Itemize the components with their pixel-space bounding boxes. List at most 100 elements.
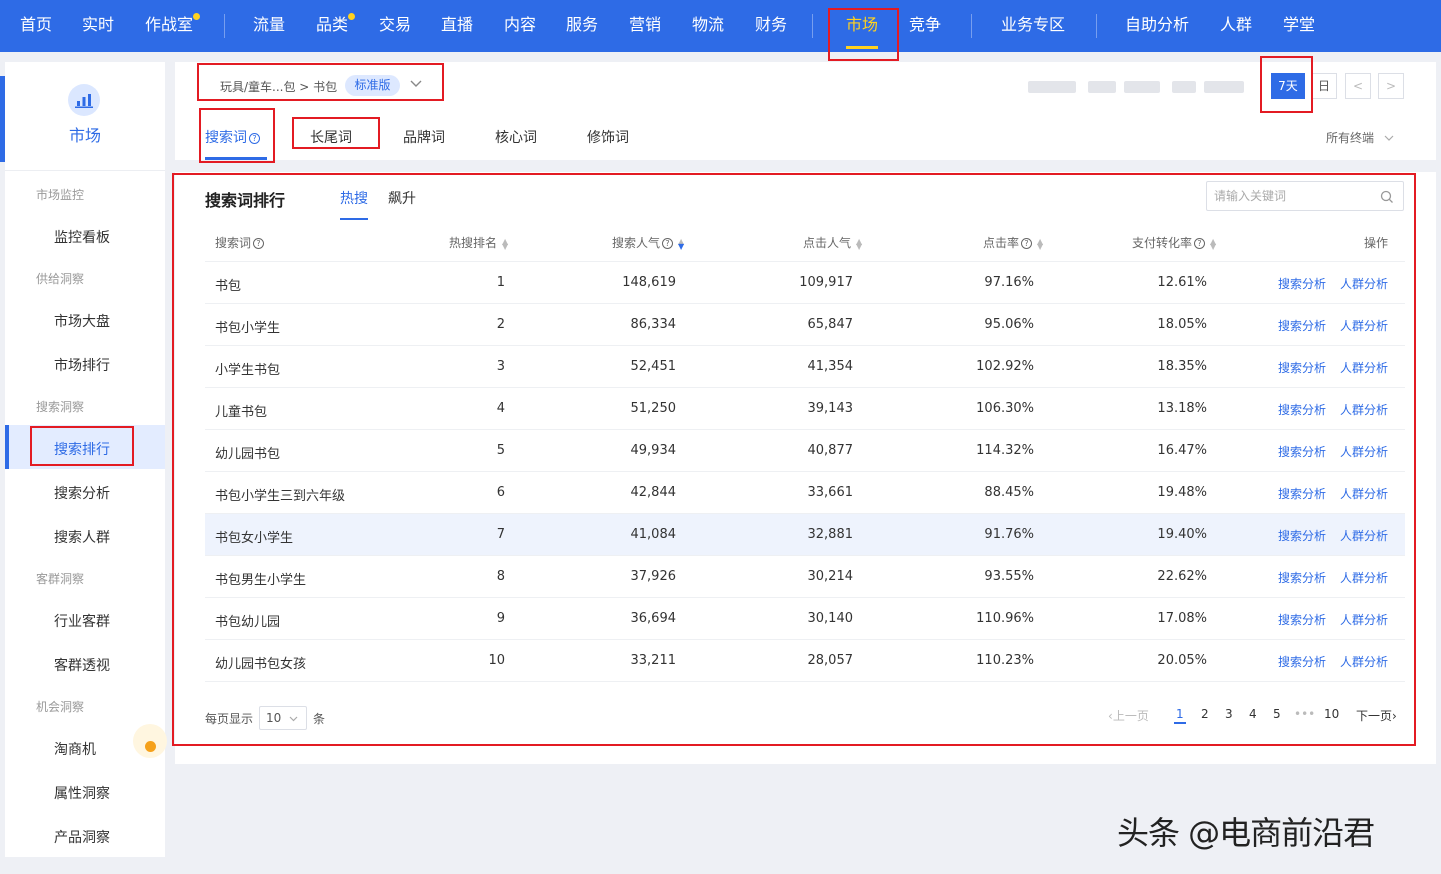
table-row[interactable]: 书包 1 148,619 109,917 97.16% 12.61% 搜索分析 人群分析 (205, 262, 1405, 304)
nav-divider (1096, 14, 1097, 38)
pager-page-last[interactable]: 10 (1324, 707, 1339, 721)
sidebar-group-search: 搜索洞察 (36, 400, 85, 414)
table-row[interactable]: 儿童书包 4 51,250 39,143 106.30% 13.18% 搜索分析 人群分析 (205, 388, 1405, 430)
chevron-down-icon[interactable] (410, 78, 422, 91)
next-period-button[interactable]: > (1378, 73, 1404, 99)
tab-brand-words[interactable]: 品牌词 (403, 127, 445, 147)
crowd-analysis-link[interactable]: 人群分析 (1340, 653, 1388, 670)
tab-core-words[interactable]: 核心词 (495, 127, 537, 147)
sidebar-item-search-crowd[interactable]: 搜索人群 (54, 527, 110, 547)
col-header-cvr[interactable]: 支付转化率? ▲ ▼ (1132, 234, 1216, 251)
table-row[interactable]: 书包幼儿园 9 36,694 30,140 110.96% 17.08% 搜索分析 人群分析 (205, 598, 1405, 640)
pager-page-2[interactable]: 2 (1201, 707, 1209, 721)
nav-item-trade[interactable]: 交易 (379, 0, 411, 52)
search-analysis-link[interactable]: 搜索分析 (1278, 275, 1326, 292)
nav-item-crowd[interactable]: 人群 (1220, 0, 1252, 52)
pager-prev-button[interactable]: ‹上一页 (1108, 707, 1149, 724)
table-row[interactable]: 书包小学生 2 86,334 65,847 95.06% 18.05% 搜索分析 人群分析 (205, 304, 1405, 346)
crowd-analysis-link[interactable]: 人群分析 (1340, 611, 1388, 628)
search-analysis-link[interactable]: 搜索分析 (1278, 359, 1326, 376)
sidebar-item-search-analysis[interactable]: 搜索分析 (54, 483, 110, 503)
sort-icon[interactable]: ▲ ▼ (1210, 237, 1216, 250)
pager-next-button[interactable]: 下一页› (1356, 707, 1397, 724)
nav-item-category[interactable]: 品类 (316, 0, 356, 52)
nav-item-self-analysis[interactable]: 自助分析 (1125, 0, 1189, 52)
search-analysis-link[interactable]: 搜索分析 (1278, 443, 1326, 460)
nav-item-realtime[interactable]: 实时 (82, 0, 114, 52)
sidebar-item-market-overview[interactable]: 市场大盘 (54, 311, 110, 331)
nav-item-logistics[interactable]: 物流 (692, 0, 724, 52)
pager-page-1[interactable]: 1 (1174, 707, 1186, 724)
crowd-analysis-link[interactable]: 人群分析 (1340, 317, 1388, 334)
sidebar-item-industry-customer[interactable]: 行业客群 (54, 611, 110, 631)
subtab-rising[interactable]: 飙升 (388, 188, 416, 208)
table-row[interactable]: 幼儿园书包女孩 10 33,211 28,057 110.23% 20.05% 搜索分析 人群… (205, 640, 1405, 682)
col-header-search-popularity[interactable]: 搜索人气? ▲ ▼ (612, 234, 684, 251)
search-icon[interactable] (1380, 189, 1394, 203)
sidebar-item-market-rank[interactable]: 市场排行 (54, 355, 110, 375)
sort-icon[interactable]: ▲ ▼ (1037, 237, 1043, 250)
nav-item-business-zone[interactable]: 业务专区 (1001, 0, 1065, 52)
crowd-analysis-link[interactable]: 人群分析 (1340, 359, 1388, 376)
table-row[interactable]: 书包小学生三到六年级 6 42,844 33,661 88.45% 19.48% 搜索分析人… (205, 472, 1405, 514)
search-analysis-link[interactable]: 搜索分析 (1278, 611, 1326, 628)
sidebar-item-taoshangji[interactable]: 淘商机 (54, 739, 96, 759)
sidebar-item-customer-insight[interactable]: 客群透视 (54, 655, 110, 675)
sidebar-item-attribute-insight[interactable]: 属性洞察 (54, 783, 110, 803)
breadcrumb[interactable]: 玩具/童车...包 > 书包 (220, 78, 337, 95)
subtab-hot[interactable]: 热搜 (340, 188, 368, 208)
table-row[interactable]: 小学生书包 3 52,451 41,354 102.92% 18.35% 搜索分析 人群分析 (205, 346, 1405, 388)
nav-item-service[interactable]: 服务 (566, 0, 598, 52)
terminal-select[interactable]: 所有终端 (1326, 129, 1394, 146)
pager-page-5[interactable]: 5 (1273, 707, 1281, 721)
prev-period-button[interactable]: < (1345, 73, 1371, 99)
nav-item-competition[interactable]: 竞争 (909, 0, 941, 52)
search-input[interactable] (1214, 186, 1374, 206)
search-analysis-link[interactable]: 搜索分析 (1278, 401, 1326, 418)
crowd-analysis-link[interactable]: 人群分析 (1340, 443, 1388, 460)
search-analysis-link[interactable]: 搜索分析 (1278, 653, 1326, 670)
crowd-analysis-link[interactable]: 人群分析 (1340, 485, 1388, 502)
col-header-click-popularity[interactable]: 点击人气 ▲ ▼ (803, 234, 862, 251)
page-size-select[interactable]: 10 (259, 706, 307, 730)
nav-item-live[interactable]: 直播 (441, 0, 473, 52)
crowd-analysis-link[interactable]: 人群分析 (1340, 569, 1388, 586)
crowd-analysis-link[interactable]: 人群分析 (1340, 275, 1388, 292)
table-row[interactable]: 书包女小学生 7 41,084 32,881 91.76% 19.40% 搜索分析 人群分析 (205, 514, 1405, 556)
period-7d-button[interactable]: 7天 (1271, 73, 1305, 99)
nav-item-content[interactable]: 内容 (504, 0, 536, 52)
col-header-ctr[interactable]: 点击率? ▲ ▼ (983, 234, 1043, 251)
search-analysis-link[interactable]: 搜索分析 (1278, 485, 1326, 502)
nav-item-finance[interactable]: 财务 (755, 0, 787, 52)
nav-item-marketing[interactable]: 营销 (629, 0, 661, 52)
pager-ellipsis[interactable]: ••• (1294, 707, 1315, 721)
table-row[interactable]: 幼儿园书包 5 49,934 40,877 114.32% 16.47% 搜索分析 人群分析 (205, 430, 1405, 472)
search-analysis-link[interactable]: 搜索分析 (1278, 527, 1326, 544)
nav-item-war-room[interactable]: 作战室 (145, 0, 201, 52)
sidebar-item-product-insight[interactable]: 产品洞察 (54, 827, 110, 847)
watermark: 头条 @电商前沿君 (1117, 814, 1375, 852)
crowd-analysis-link[interactable]: 人群分析 (1340, 401, 1388, 418)
sort-desc-icon[interactable]: ▲ ▼ (678, 237, 684, 250)
search-analysis-link[interactable]: 搜索分析 (1278, 569, 1326, 586)
search-analysis-link[interactable]: 搜索分析 (1278, 317, 1326, 334)
nav-item-traffic[interactable]: 流量 (253, 0, 285, 52)
crowd-analysis-link[interactable]: 人群分析 (1340, 527, 1388, 544)
sidebar-item-search-rank[interactable]: 搜索排行 (54, 439, 110, 459)
assistant-dot-icon[interactable] (145, 741, 156, 752)
cell-ctr: 110.23% (976, 653, 1034, 668)
col-header-rank[interactable]: 热搜排名 ▲ ▼ (449, 234, 508, 251)
nav-item-academy[interactable]: 学堂 (1283, 0, 1315, 52)
sidebar-item-monitor-board[interactable]: 监控看板 (54, 227, 110, 247)
period-day-button[interactable]: 日 (1311, 73, 1337, 99)
nav-item-home[interactable]: 首页 (20, 0, 52, 52)
pager-page-3[interactable]: 3 (1225, 707, 1233, 721)
sort-icon[interactable]: ▲ ▼ (856, 237, 862, 250)
sort-icon[interactable]: ▲ ▼ (502, 237, 508, 250)
nav-item-market[interactable]: 市场 (846, 0, 879, 52)
pager-page-4[interactable]: 4 (1249, 707, 1257, 721)
table-row[interactable]: 书包男生小学生 8 37,926 30,214 93.55% 22.62% 搜索分析 人群分析 (205, 556, 1405, 598)
tab-long-tail[interactable]: 长尾词 (310, 127, 352, 147)
tab-search-words[interactable]: 搜索词? (205, 127, 260, 147)
tab-modifier-words[interactable]: 修饰词 (587, 127, 629, 147)
